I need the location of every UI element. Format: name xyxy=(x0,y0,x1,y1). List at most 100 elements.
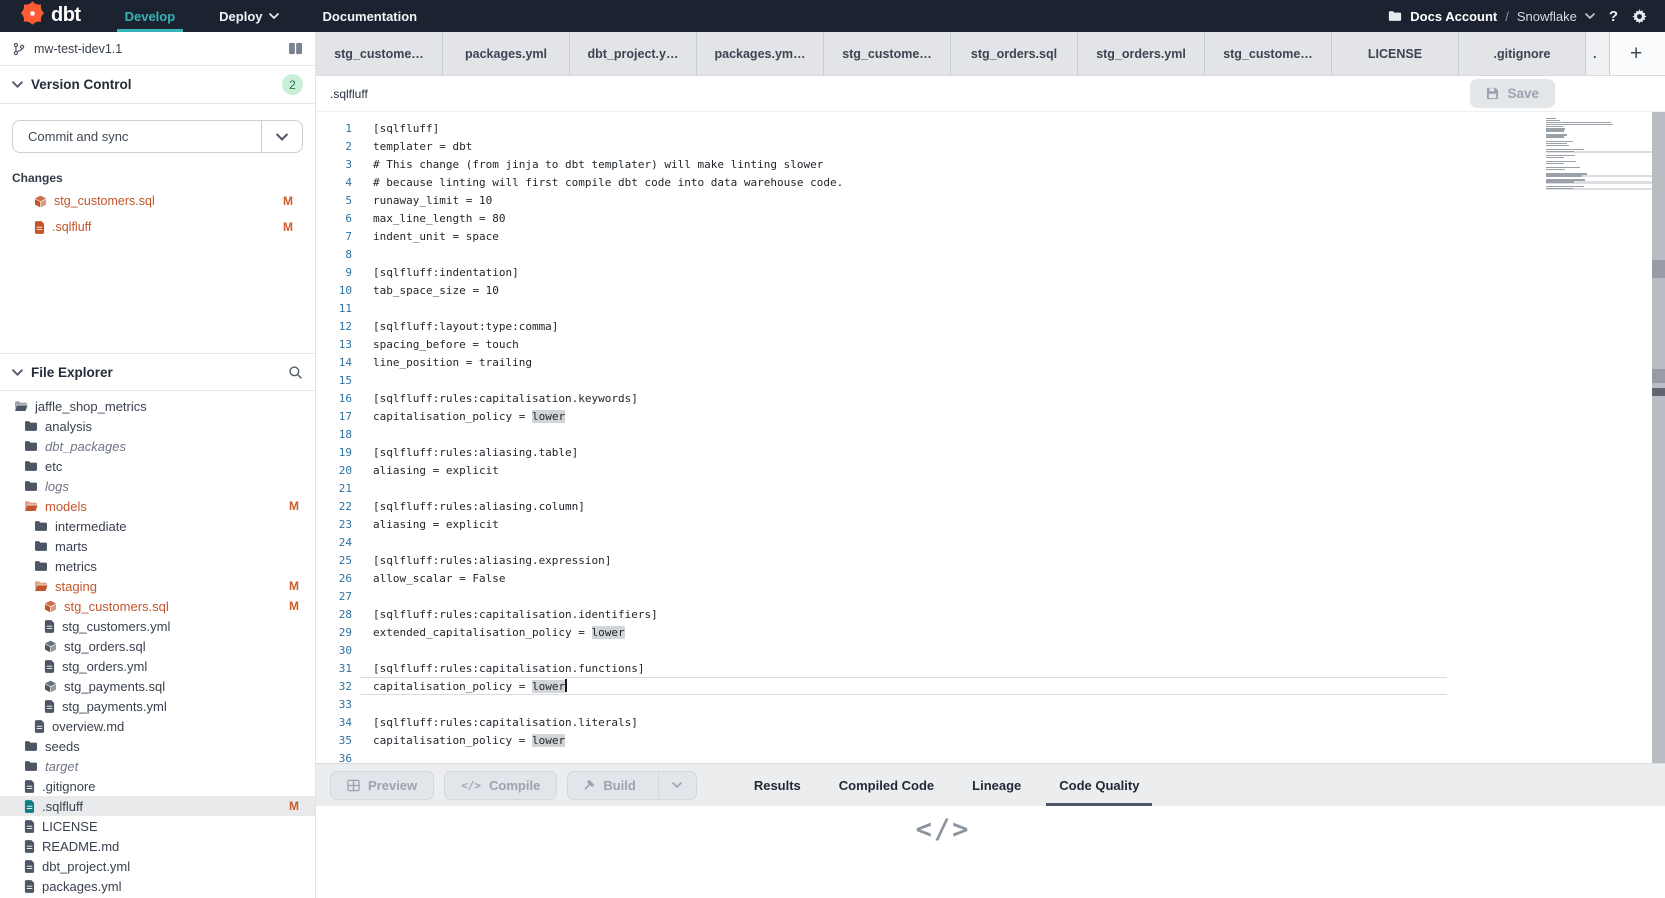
file-tree-item[interactable]: modelsM xyxy=(0,496,315,516)
build-button[interactable]: Build xyxy=(567,771,697,800)
panel-toggle-icon[interactable] xyxy=(288,42,303,55)
editor-tab[interactable]: dbt_project.y… xyxy=(570,32,697,75)
changed-file-row[interactable]: stg_customers.sqlM xyxy=(12,191,303,211)
file-tree-item[interactable]: stg_payments.yml xyxy=(0,696,315,716)
version-control-header[interactable]: Version Control 2 xyxy=(0,66,315,104)
nav-item-documentation[interactable]: Documentation xyxy=(305,0,436,32)
panel-tab-code-quality[interactable]: Code Quality xyxy=(1040,764,1158,806)
preview-button[interactable]: Preview xyxy=(330,771,434,800)
code-line[interactable]: 6max_line_length = 80 xyxy=(316,209,1575,227)
code-line[interactable]: 29extended_capitalisation_policy = lower xyxy=(316,623,1575,641)
editor-tab[interactable]: . xyxy=(1586,32,1610,75)
code-line[interactable]: 4# because linting will first compile db… xyxy=(316,173,1575,191)
panel-tab-lineage[interactable]: Lineage xyxy=(953,764,1040,806)
code-line[interactable]: 21 xyxy=(316,479,1575,497)
add-tab-icon[interactable]: + xyxy=(1610,43,1662,64)
code-line[interactable]: 13spacing_before = touch xyxy=(316,335,1575,353)
editor-tab[interactable]: stg_custome… xyxy=(824,32,951,75)
code-line[interactable]: 17capitalisation_policy = lower xyxy=(316,407,1575,425)
code-line[interactable]: 10tab_space_size = 10 xyxy=(316,281,1575,299)
editor-tab[interactable]: stg_orders.yml xyxy=(1078,32,1205,75)
editor-tab[interactable]: packages.ym… xyxy=(697,32,824,75)
editor-tab[interactable]: packages.yml xyxy=(443,32,570,75)
file-tree-item[interactable]: .gitignore xyxy=(0,776,315,796)
editor-tab[interactable]: .gitignore xyxy=(1459,32,1586,75)
file-tree-item[interactable]: stg_customers.sqlM xyxy=(0,596,315,616)
code-editor[interactable]: 1[sqlfluff]2templater = dbt3# This chang… xyxy=(316,112,1665,763)
code-line[interactable]: 9[sqlfluff:indentation] xyxy=(316,263,1575,281)
save-button[interactable]: Save xyxy=(1470,79,1555,108)
editor-scrollbar[interactable] xyxy=(1652,112,1665,763)
file-tree-item[interactable]: overview.md xyxy=(0,716,315,736)
code-line[interactable]: 11 xyxy=(316,299,1575,317)
code-line[interactable]: 26allow_scalar = False xyxy=(316,569,1575,587)
file-tree-item[interactable]: target xyxy=(0,756,315,776)
file-tree-item[interactable]: stagingM xyxy=(0,576,315,596)
file-tree-item[interactable]: stg_payments.sql xyxy=(0,676,315,696)
code-line[interactable]: 16[sqlfluff:rules:capitalisation.keyword… xyxy=(316,389,1575,407)
code-line[interactable]: 20aliasing = explicit xyxy=(316,461,1575,479)
editor-tab[interactable]: stg_custome… xyxy=(316,32,443,75)
file-tree-item[interactable]: marts xyxy=(0,536,315,556)
file-tree-item[interactable]: logs xyxy=(0,476,315,496)
code-line[interactable]: 34[sqlfluff:rules:capitalisation.literal… xyxy=(316,713,1575,731)
search-icon[interactable] xyxy=(288,365,303,380)
code-line[interactable]: 12[sqlfluff:layout:type:comma] xyxy=(316,317,1575,335)
code-line[interactable]: 36 xyxy=(316,749,1575,763)
code-line[interactable]: 23aliasing = explicit xyxy=(316,515,1575,533)
commit-and-sync-button[interactable]: Commit and sync xyxy=(12,120,303,153)
code-line[interactable]: 8 xyxy=(316,245,1575,263)
file-tree-item[interactable]: stg_customers.yml xyxy=(0,616,315,636)
gear-icon[interactable] xyxy=(1632,9,1647,24)
changed-file-row[interactable]: .sqlfluffM xyxy=(12,217,303,237)
file-tree-item[interactable]: packages.yml xyxy=(0,876,315,896)
file-tree-item[interactable]: LICENSE xyxy=(0,816,315,836)
code-line[interactable]: 2templater = dbt xyxy=(316,137,1575,155)
code-line[interactable]: 15 xyxy=(316,371,1575,389)
code-line[interactable]: 22[sqlfluff:rules:aliasing.column] xyxy=(316,497,1575,515)
file-tree-item[interactable]: stg_orders.sql xyxy=(0,636,315,656)
file-explorer-header[interactable]: File Explorer xyxy=(0,353,315,391)
nav-item-deploy[interactable]: Deploy xyxy=(201,0,296,32)
code-line[interactable]: 28[sqlfluff:rules:capitalisation.identif… xyxy=(316,605,1575,623)
file-tree-item[interactable]: .sqlfluffM xyxy=(0,796,315,816)
file-tree-item[interactable]: seeds xyxy=(0,736,315,756)
code-line[interactable]: 31[sqlfluff:rules:capitalisation.functio… xyxy=(316,659,1575,677)
code-line[interactable]: 5runaway_limit = 10 xyxy=(316,191,1575,209)
code-line[interactable]: 35capitalisation_policy = lower xyxy=(316,731,1575,749)
nav-item-develop[interactable]: Develop xyxy=(107,0,194,32)
commit-options-caret[interactable] xyxy=(261,121,302,152)
code-line[interactable]: 24 xyxy=(316,533,1575,551)
code-line[interactable]: 25[sqlfluff:rules:aliasing.expression] xyxy=(316,551,1575,569)
file-tree-item[interactable]: jaffle_shop_metrics xyxy=(0,396,315,416)
file-tree-item[interactable]: README.md xyxy=(0,836,315,856)
file-tree-item[interactable]: dbt_project.yml xyxy=(0,856,315,876)
panel-tab-compiled-code[interactable]: Compiled Code xyxy=(820,764,953,806)
help-icon[interactable]: ? xyxy=(1605,8,1622,25)
code-line[interactable]: 7indent_unit = space xyxy=(316,227,1575,245)
code-line[interactable]: 3# This change (from jinja to dbt templa… xyxy=(316,155,1575,173)
code-line[interactable]: 1[sqlfluff] xyxy=(316,119,1575,137)
code-line[interactable]: 18 xyxy=(316,425,1575,443)
code-line[interactable]: 14line_position = trailing xyxy=(316,353,1575,371)
code-line[interactable]: 19[sqlfluff:rules:aliasing.table] xyxy=(316,443,1575,461)
panel-tab-results[interactable]: Results xyxy=(735,764,820,806)
code-line[interactable]: 30 xyxy=(316,641,1575,659)
dbt-logo[interactable]: dbt xyxy=(0,1,107,31)
file-tree-item[interactable]: dbt_packages xyxy=(0,436,315,456)
account-switcher[interactable]: Docs Account / Snowflake xyxy=(1388,9,1595,24)
file-tree-item[interactable]: intermediate xyxy=(0,516,315,536)
code-line[interactable]: 32capitalisation_policy = lower xyxy=(316,677,1575,695)
file-tree-item[interactable]: metrics xyxy=(0,556,315,576)
file-tree-item[interactable]: analysis xyxy=(0,416,315,436)
editor-tab[interactable]: LICENSE xyxy=(1332,32,1459,75)
code-line[interactable]: 27 xyxy=(316,587,1575,605)
editor-tab[interactable]: stg_custome… xyxy=(1205,32,1332,75)
build-options-caret[interactable] xyxy=(658,772,696,799)
minimap[interactable] xyxy=(1546,118,1616,192)
file-tree-item[interactable]: etc xyxy=(0,456,315,476)
code-line[interactable]: 33 xyxy=(316,695,1575,713)
editor-tab[interactable]: stg_orders.sql xyxy=(951,32,1078,75)
build-button-main[interactable]: Build xyxy=(568,778,650,793)
file-tree-item[interactable]: stg_orders.yml xyxy=(0,656,315,676)
